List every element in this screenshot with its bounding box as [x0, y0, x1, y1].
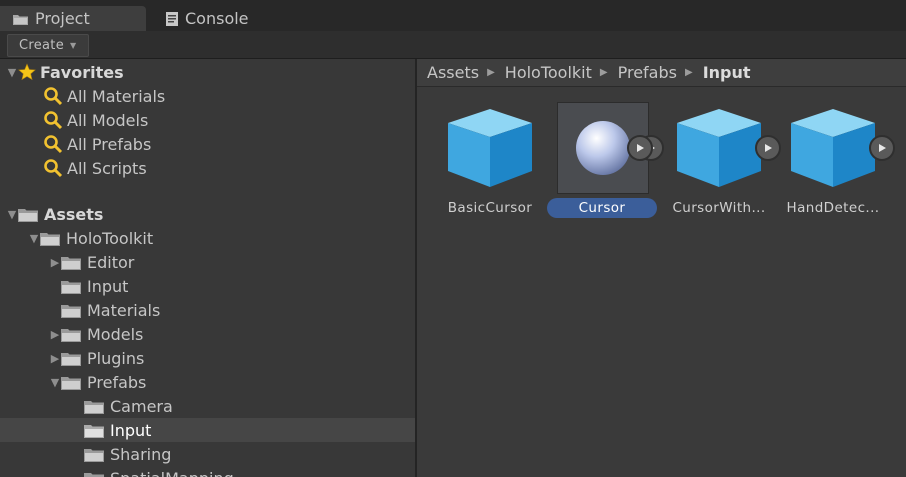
- tree-item-label: Assets: [44, 204, 104, 224]
- asset-label: CursorWith...: [672, 200, 766, 216]
- tree-item-label: Plugins: [87, 348, 145, 368]
- folder-icon: [40, 231, 60, 246]
- folder-icon: [61, 375, 81, 390]
- favorite-item-label: All Models: [67, 110, 149, 130]
- tree-item-spatialmapping[interactable]: SpatialMapping: [0, 466, 415, 477]
- breadcrumb-arrow-icon: ▶: [684, 67, 693, 78]
- folder-icon: [84, 399, 104, 414]
- favorite-item-all-prefabs[interactable]: All Prefabs: [0, 132, 415, 156]
- tree-item-label: Input: [110, 420, 152, 440]
- favorite-item-all-materials[interactable]: All Materials: [0, 84, 415, 108]
- breadcrumb-arrow-icon: ▶: [599, 67, 608, 78]
- toolbar: Create ▼: [0, 31, 906, 59]
- tree-item-plugins[interactable]: ▶ Plugins: [0, 346, 415, 370]
- tree-item-label: Editor: [87, 252, 135, 272]
- folder-icon: [84, 471, 104, 477]
- tree-item-label: Sharing: [110, 444, 172, 464]
- favorite-item-all-models[interactable]: All Models: [0, 108, 415, 132]
- collapse-triangle-icon[interactable]: ▶: [49, 352, 61, 365]
- search-icon: [43, 86, 63, 106]
- breadcrumb-item[interactable]: HoloToolkit: [505, 63, 592, 82]
- favorite-item-label: All Scripts: [67, 158, 147, 178]
- tree-item-sharing[interactable]: Sharing: [0, 442, 415, 466]
- asset-label: BasicCursor: [447, 200, 533, 216]
- expand-triangle-icon[interactable]: ▼: [28, 232, 40, 245]
- search-icon: [43, 110, 63, 130]
- breadcrumb-item-current[interactable]: Input: [703, 63, 751, 82]
- project-tree: ▼ Favorites All Materials All Models All…: [0, 59, 417, 477]
- tree-item-label: Camera: [110, 396, 173, 416]
- tab-bar: Project Console: [0, 0, 906, 31]
- tree-item-materials[interactable]: Materials: [0, 298, 415, 322]
- tree-item-editor[interactable]: ▶ Editor: [0, 250, 415, 274]
- console-icon: [166, 11, 178, 26]
- expand-triangle-icon[interactable]: ▼: [6, 66, 18, 79]
- tree-item-prefabs[interactable]: ▼ Prefabs: [0, 370, 415, 394]
- tree-item-holotoolkit[interactable]: ▼ HoloToolkit: [0, 226, 415, 250]
- tab-console[interactable]: Console: [160, 6, 280, 31]
- create-button[interactable]: Create ▼: [7, 34, 89, 57]
- tree-item-label: HoloToolkit: [66, 228, 154, 248]
- breadcrumb-item[interactable]: Assets: [427, 63, 479, 82]
- expand-triangle-icon[interactable]: ▼: [49, 376, 61, 389]
- prefab-cube-icon: [434, 100, 546, 196]
- asset-label: Cursor: [547, 198, 657, 218]
- folder-icon: [61, 351, 81, 366]
- star-icon: [18, 63, 36, 81]
- favorites-label: Favorites: [40, 62, 124, 82]
- tree-item-camera[interactable]: Camera: [0, 394, 415, 418]
- breadcrumb-arrow-icon: ▶: [487, 67, 495, 78]
- folder-icon: [61, 327, 81, 342]
- expand-triangle-icon[interactable]: ▼: [6, 208, 18, 221]
- expand-prefab-play-icon[interactable]: [869, 135, 895, 161]
- collapse-triangle-icon[interactable]: ▶: [49, 256, 61, 269]
- folder-icon: [61, 255, 81, 270]
- breadcrumb: Assets ▶ HoloToolkit ▶ Prefabs ▶ Input: [417, 59, 906, 87]
- search-icon: [43, 158, 63, 178]
- create-button-label: Create: [19, 38, 64, 53]
- favorite-item-label: All Materials: [67, 86, 166, 106]
- folder-icon: [61, 303, 81, 318]
- tree-item-label: SpatialMapping: [110, 469, 234, 477]
- tree-item-label: Models: [87, 324, 144, 344]
- tree-item-assets[interactable]: ▼ Assets: [0, 202, 415, 226]
- tree-item-input[interactable]: Input: [0, 274, 415, 298]
- tree-item-label: Prefabs: [87, 372, 147, 392]
- search-icon: [43, 134, 63, 154]
- folder-icon: [18, 207, 38, 222]
- folder-icon: [84, 447, 104, 462]
- asset-panel: Assets ▶ HoloToolkit ▶ Prefabs ▶ Input B…: [417, 59, 906, 477]
- tab-project[interactable]: Project: [0, 6, 146, 31]
- folder-icon: [84, 423, 104, 438]
- collapse-triangle-icon[interactable]: ▶: [49, 328, 61, 341]
- tree-item-models[interactable]: ▶ Models: [0, 322, 415, 346]
- expand-prefab-play-icon[interactable]: [627, 135, 653, 161]
- tree-item-label: Input: [87, 276, 129, 296]
- favorites-header[interactable]: ▼ Favorites: [0, 60, 415, 84]
- asset-label: HandDetec...: [786, 200, 880, 216]
- tab-project-label: Project: [35, 9, 90, 28]
- tree-item-label: Materials: [87, 300, 161, 320]
- folder-icon: [61, 279, 81, 294]
- dropdown-arrow-icon: ▼: [70, 41, 77, 50]
- tree-item-prefabs-input[interactable]: Input: [0, 418, 415, 442]
- folder-icon: [13, 13, 28, 25]
- tab-console-label: Console: [185, 9, 249, 28]
- favorite-item-label: All Prefabs: [67, 134, 152, 154]
- breadcrumb-item[interactable]: Prefabs: [618, 63, 677, 82]
- favorite-item-all-scripts[interactable]: All Scripts: [0, 156, 415, 180]
